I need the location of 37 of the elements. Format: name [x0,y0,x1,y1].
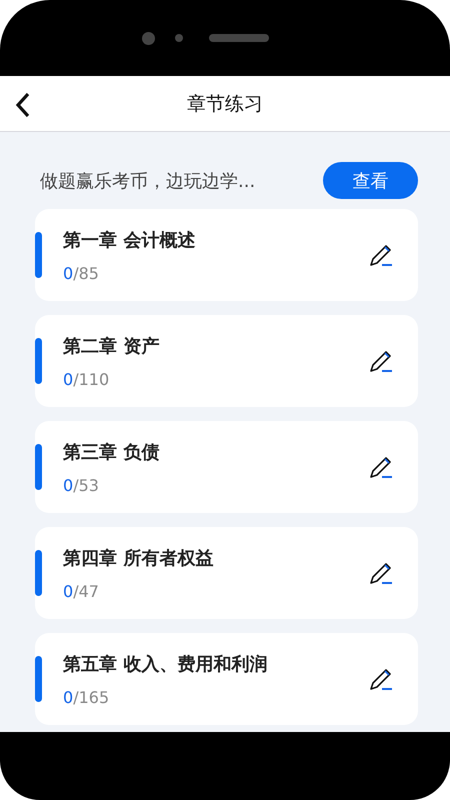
answered-count: 0 [63,370,74,388]
accent-bar [35,656,42,702]
chapter-card[interactable]: 第五章 收入、费用和利润 0/165 [35,633,418,725]
chapter-card[interactable]: 第三章 负债 0/53 [35,421,418,513]
total-count: /47 [73,582,99,600]
answered-count: 0 [63,264,74,282]
answered-count: 0 [63,688,74,706]
sensor-icon [174,34,182,42]
page-title: 章节练习 [187,92,263,116]
accent-bar [35,550,42,596]
total-count: /165 [73,688,110,706]
accent-bar [35,444,42,490]
chapter-title: 第四章 所有者权益 [63,546,214,570]
chapter-title: 第二章 资产 [63,334,160,358]
promo-text: 做题赢乐考币，边玩边学... [40,170,256,192]
answered-count: 0 [63,476,74,494]
chapter-title: 第一章 会计概述 [63,228,196,252]
chapter-title: 第五章 收入、费用和利润 [63,652,268,676]
pencil-icon[interactable] [368,560,394,586]
accent-bar [35,232,42,278]
speaker-icon [208,34,268,42]
total-count: /53 [73,476,99,494]
chapter-title: 第三章 负债 [63,440,160,464]
answered-count: 0 [63,582,74,600]
pencil-icon[interactable] [368,454,394,480]
pencil-icon[interactable] [368,666,394,692]
pencil-icon[interactable] [368,242,394,268]
camera-icon [142,32,154,44]
total-count: /85 [73,264,99,282]
accent-bar [35,338,42,384]
back-icon[interactable] [15,92,31,118]
view-button[interactable]: 查看 [323,162,418,199]
chapter-card[interactable]: 第二章 资产 0/110 [35,315,418,407]
chapter-card[interactable]: 第一章 会计概述 0/85 [35,209,418,301]
total-count: /110 [73,370,110,388]
pencil-icon[interactable] [368,348,394,374]
chapter-card[interactable]: 第四章 所有者权益 0/47 [35,527,418,619]
